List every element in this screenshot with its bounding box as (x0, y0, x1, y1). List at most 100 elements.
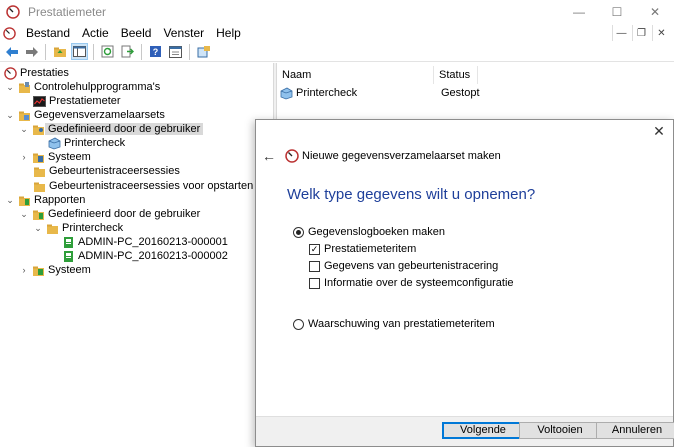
radio-button-unselected[interactable] (293, 318, 304, 330)
list-item[interactable]: Printercheck Gestopt (277, 85, 480, 101)
folder-icon (34, 167, 45, 177)
menu-beeld[interactable]: Beeld (115, 24, 158, 42)
tree-item-prestatiemeter[interactable]: Prestatiemeter (33, 94, 121, 108)
svg-text:?: ? (153, 47, 159, 57)
console-tree: Prestaties ⌄ Controlehulpprogramma's Pre… (0, 63, 273, 447)
tree-label: Printercheck (64, 137, 126, 149)
tree-item-gebeurtenistraceersessies[interactable]: Gebeurtenistraceersessies (33, 164, 180, 178)
checkbox-unchecked[interactable] (309, 260, 320, 272)
chevron-down-icon[interactable]: ⌄ (5, 110, 15, 121)
checkbox-prestatiemeteritem[interactable]: ✓ Prestatiemeteritem (309, 243, 416, 255)
minimize-button[interactable]: — (560, 0, 598, 24)
tree-label: Prestaties (20, 67, 69, 79)
toolbar-separator (189, 43, 190, 60)
column-header-status[interactable]: Status (434, 66, 478, 84)
back-icon (5, 46, 18, 57)
help-button[interactable]: ? (147, 43, 164, 60)
tree-item-gegevensverzamelaarsets[interactable]: ⌄ Gegevensverzamelaarsets (5, 108, 165, 122)
tree-label: Systeem (48, 151, 91, 163)
checkbox-gebeurtenistracering[interactable]: Gegevens van gebeurtenistracering (309, 260, 498, 272)
new-data-collector-set-dialog: ✕ ← Nieuwe gegevensverzamelaarset maken … (255, 119, 674, 447)
chevron-down-icon[interactable]: ⌄ (19, 209, 29, 220)
data-collector-set-icon (280, 87, 293, 99)
tree-item-gebeurtenistraceersessies-voor-opstarten[interactable]: Gebeurtenistraceersessies voor opstarten (33, 179, 253, 193)
chevron-down-icon[interactable]: ⌄ (33, 223, 43, 234)
tree-item-rapporten-printercheck[interactable]: ⌄ Printercheck (33, 221, 123, 235)
tree-label: Controlehulpprogramma's (34, 81, 161, 93)
dialog-footer: Volgende Voltooien Annuleren (256, 416, 674, 446)
tree-label: Prestatiemeter (49, 95, 121, 107)
menu-help[interactable]: Help (210, 24, 247, 42)
dialog-close-button[interactable]: ✕ (651, 123, 667, 139)
menu-venster[interactable]: Venster (157, 24, 210, 42)
menu-bar: Bestand Actie Beeld Venster Help (0, 24, 674, 42)
system-menu-icon[interactable] (3, 26, 16, 40)
finish-button[interactable]: Voltooien (519, 422, 601, 439)
tree-item-report-000001[interactable]: ADMIN-PC_20160213-000001 (62, 235, 228, 249)
mdi-restore-button[interactable]: ❐ (632, 25, 650, 41)
tree-item-rapporten-gedefinieerd-door-de-gebruiker[interactable]: ⌄ Gedefinieerd door de gebruiker (19, 207, 200, 221)
console-tree-icon (73, 46, 86, 57)
back-button[interactable] (3, 43, 20, 60)
properties-button[interactable] (167, 43, 184, 60)
tree-item-prestaties[interactable]: Prestaties (4, 66, 69, 80)
tree-item-systeem[interactable]: › Systeem (19, 150, 91, 164)
performance-monitor-icon (285, 149, 299, 163)
radio-button-selected[interactable] (293, 226, 304, 238)
checkbox-unchecked[interactable] (309, 277, 320, 289)
cancel-button[interactable]: Annuleren (596, 422, 674, 439)
tree-item-report-000002[interactable]: ADMIN-PC_20160213-000002 (62, 249, 228, 263)
tree-label: Systeem (48, 264, 91, 276)
tree-label: ADMIN-PC_20160213-000001 (78, 236, 228, 248)
column-header-naam[interactable]: Naam (277, 66, 434, 84)
checkbox-checked[interactable]: ✓ (309, 243, 320, 255)
user-reports-folder-icon (33, 210, 44, 220)
chevron-right-icon[interactable]: › (19, 265, 29, 275)
tree-item-printercheck[interactable]: Printercheck (48, 136, 125, 150)
checkbox-label: Prestatiemeteritem (324, 243, 417, 255)
mdi-close-button[interactable]: ✕ (652, 25, 670, 41)
tree-label: Gedefinieerd door de gebruiker (45, 123, 204, 135)
forward-button[interactable] (23, 43, 40, 60)
export-list-button[interactable] (119, 43, 136, 60)
tree-item-rapporten[interactable]: ⌄ Rapporten (5, 193, 85, 207)
show-console-tree-button[interactable] (71, 43, 88, 60)
tree-label: Rapporten (34, 194, 86, 206)
toolbar-separator (93, 43, 94, 60)
radio-label: Gegevenslogboeken maken (308, 226, 445, 238)
tree-label: Gegevensverzamelaarsets (34, 109, 165, 121)
tree-label: Gedefinieerd door de gebruiker (48, 208, 201, 220)
data-collector-folder-icon (19, 111, 30, 121)
back-arrow-icon[interactable]: ← (262, 148, 276, 164)
checkbox-systeemconfiguratie[interactable]: Informatie over de systeemconfiguratie (309, 277, 514, 289)
help-icon: ? (150, 46, 161, 57)
chevron-right-icon[interactable]: › (19, 152, 29, 162)
list-header: Naam Status (277, 66, 478, 84)
close-button[interactable]: ✕ (636, 0, 674, 24)
maximize-button[interactable]: ☐ (598, 0, 636, 24)
mdi-minimize-button[interactable]: — (612, 25, 630, 41)
up-one-level-button[interactable] (51, 43, 68, 60)
list-item-status: Gestopt (441, 87, 480, 99)
tree-label: Gebeurtenistraceersessies (49, 165, 180, 177)
refresh-button[interactable] (99, 43, 116, 60)
chevron-down-icon[interactable]: ⌄ (5, 195, 15, 206)
folder-icon (47, 224, 58, 234)
user-defined-folder-icon (33, 125, 44, 135)
chevron-down-icon[interactable]: ⌄ (19, 124, 29, 135)
next-button[interactable]: Volgende (442, 422, 524, 439)
menu-actie[interactable]: Actie (76, 24, 115, 42)
radio-option-alert[interactable]: Waarschuwing van prestatiemeteritem (293, 318, 495, 330)
tree-item-controlehulpprogrammas[interactable]: ⌄ Controlehulpprogramma's (5, 80, 160, 94)
checkbox-label: Gegevens van gebeurtenistracering (324, 260, 499, 272)
dialog-heading: Welk type gegevens wilt u opnemen? (287, 186, 536, 203)
export-icon (121, 45, 134, 58)
tree-item-gedefinieerd-door-de-gebruiker[interactable]: ⌄ Gedefinieerd door de gebruiker (19, 122, 204, 136)
new-window-button[interactable] (195, 43, 212, 60)
radio-option-logs[interactable]: Gegevenslogboeken maken (293, 226, 445, 238)
tree-item-rapporten-systeem[interactable]: › Systeem (19, 263, 91, 277)
chevron-down-icon[interactable]: ⌄ (5, 82, 15, 93)
menu-bestand[interactable]: Bestand (20, 24, 76, 42)
system-reports-icon (33, 266, 44, 276)
performance-chart-icon (33, 95, 46, 107)
